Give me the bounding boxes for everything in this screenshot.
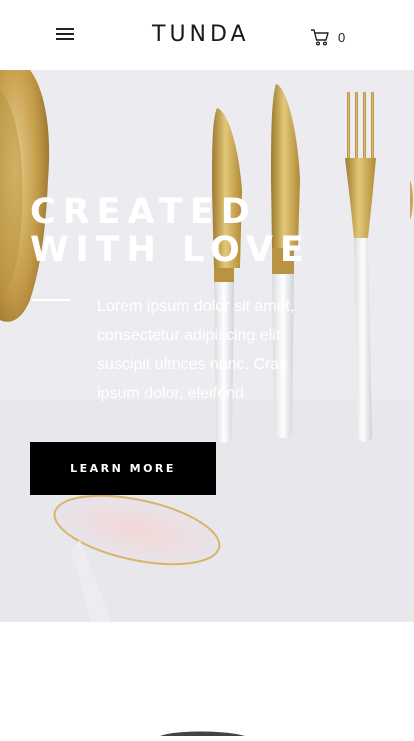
cart-button[interactable]: 0 [310,26,345,48]
hero-divider [32,299,70,301]
hero-title-line-2: WITH LOVE [30,230,311,270]
cart-count: 0 [338,29,346,45]
hero-section: CREATED WITH LOVE Lorem ipsum dolor sit … [0,70,414,622]
hero-title-line-1: CREATED [30,192,257,232]
brand-name: TUNDA [152,22,250,47]
hero-title: CREATED WITH LOVE [30,193,311,269]
hamburger-icon[interactable] [56,28,76,42]
site-header: TUNDA 0 [0,0,414,70]
next-section [0,622,414,736]
plate-edge-image [160,731,245,736]
cart-icon [311,29,329,46]
learn-more-button[interactable]: LEARN MORE [30,442,216,495]
brand-logo[interactable]: TUNDA [152,22,250,48]
hero-description: Lorem ipsum dolor sit amet, consectetur … [97,298,295,402]
